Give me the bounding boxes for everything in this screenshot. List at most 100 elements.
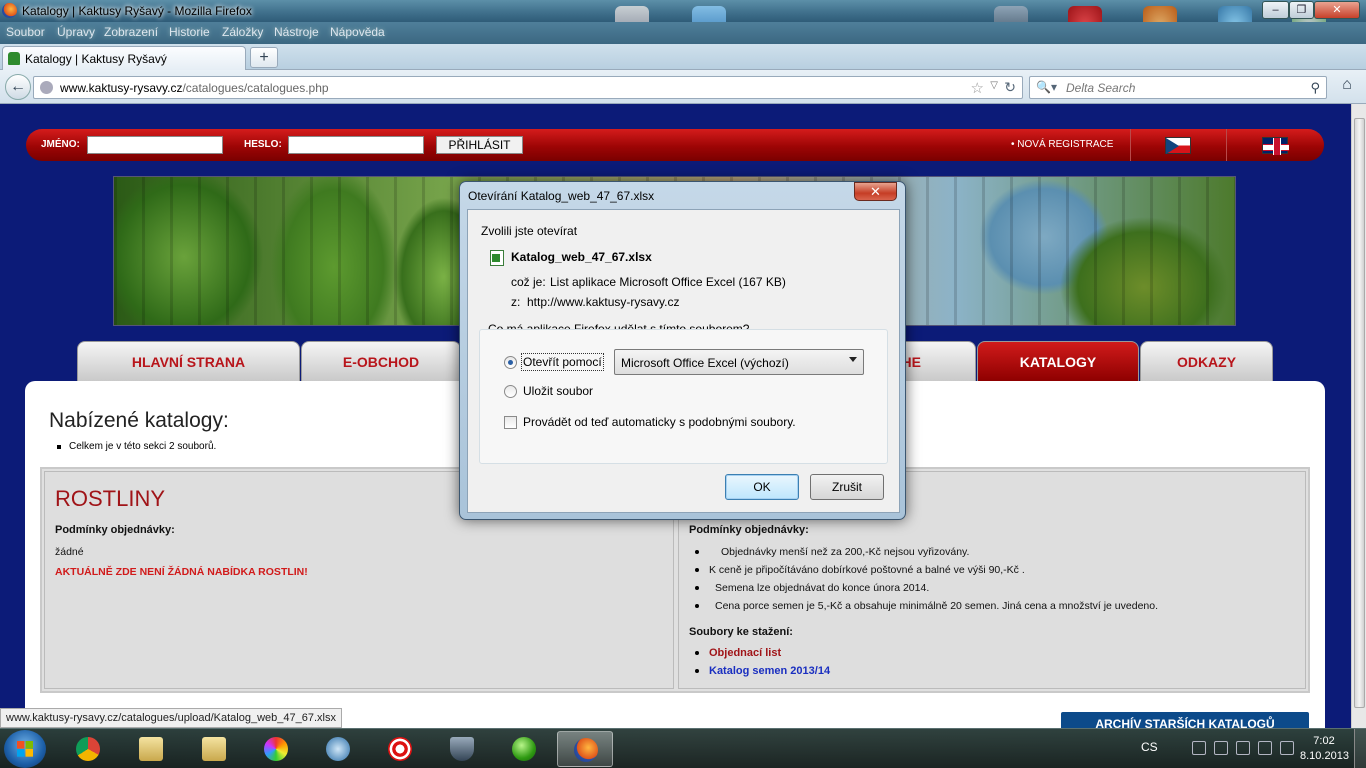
uk-flag-icon[interactable] (1262, 137, 1289, 155)
search-engine-icon[interactable]: 🔍▾ (1036, 80, 1057, 94)
menu-napoveda[interactable]: Nápověda (330, 25, 385, 39)
shield-taskbar-button[interactable] (434, 731, 490, 767)
home-icon[interactable]: ⌂ (1335, 76, 1359, 98)
conditions-value: žádné (55, 546, 84, 558)
nav-odkazy[interactable]: ODKAZY (1140, 341, 1273, 381)
dialog-close-button[interactable]: ✕ (854, 182, 897, 201)
auto-label[interactable]: Provádět od teď automaticky s podobnými … (523, 415, 796, 429)
dialog-title: Otevírání Katalog_web_47_67.xlsx (468, 189, 655, 203)
search-bar[interactable]: 🔍▾ Delta Search ⚲ (1029, 76, 1327, 99)
from-label: z: (511, 295, 521, 309)
target-taskbar-button[interactable] (372, 731, 428, 767)
nav-e-obchod[interactable]: E-OBCHOD (301, 341, 461, 381)
from-value: http://www.kaktusy-rysavy.cz (527, 295, 680, 309)
password-input[interactable] (288, 136, 424, 154)
seed-catalogue-link[interactable]: Katalog semen 2013/14 (694, 665, 830, 677)
open-with-radio[interactable] (504, 356, 517, 369)
firefox-icon (574, 738, 598, 762)
open-with-label[interactable]: Otevřít pomocí (521, 353, 604, 371)
green-ball-icon (512, 737, 536, 761)
menu-soubor[interactable]: Soubor (6, 25, 45, 39)
menu-zobrazeni[interactable]: Zobrazení (104, 25, 158, 39)
file-count-text: Celkem je v této sekci 2 souborů. (56, 441, 217, 452)
divider (1226, 129, 1227, 161)
alp-taskbar-button[interactable] (123, 731, 179, 767)
network-icon[interactable] (1236, 741, 1250, 755)
new-tab-button[interactable]: + (250, 47, 278, 68)
name-input[interactable] (87, 136, 223, 154)
navigation-bar: ← www.kaktusy-rysavy.cz/catalogues/catal… (0, 70, 1366, 104)
login-button[interactable]: PŘIHLÁSIT (436, 136, 523, 154)
system-tray: CS 7:02 8.10.2013 (1138, 729, 1366, 768)
downloads-label: Soubory ke stažení: (689, 626, 793, 638)
reload-icon[interactable]: ↻ (1004, 79, 1016, 96)
nav-katalogy[interactable]: KATALOGY (977, 341, 1139, 381)
close-window-button[interactable]: ✕ (1314, 1, 1360, 19)
type-label: což je: (511, 275, 546, 289)
czech-flag-icon[interactable] (1165, 137, 1191, 154)
excel-file-icon (490, 250, 504, 266)
save-file-label[interactable]: Uložit soubor (523, 384, 593, 398)
menu-upravy[interactable]: Úpravy (57, 25, 95, 39)
magnifier-icon[interactable]: ⚲ (1310, 80, 1320, 96)
section-title: ROSTLINY (55, 486, 166, 511)
back-button[interactable]: ← (5, 74, 31, 100)
minimize-button[interactable]: ‒ (1262, 1, 1289, 19)
menu-nastroje[interactable]: Nástroje (274, 25, 319, 39)
pl-icon (326, 737, 350, 761)
maximize-button[interactable]: ❐ (1289, 1, 1314, 19)
url-text: www.kaktusy-rysavy.cz/catalogues/catalog… (60, 81, 329, 95)
url-bar[interactable]: www.kaktusy-rysavy.cz/catalogues/catalog… (33, 76, 1023, 99)
language-indicator[interactable]: CS (1141, 740, 1158, 754)
conditions-label: Podmínky objednávky: (689, 524, 809, 536)
scrollbar-thumb[interactable] (1354, 118, 1365, 708)
green-ball-taskbar-button[interactable] (496, 731, 552, 767)
globe-icon (40, 81, 53, 94)
start-button[interactable] (4, 730, 46, 768)
target-icon (388, 737, 412, 761)
tab-katalogy[interactable]: Katalogy | Kaktusy Ryšavý (2, 46, 246, 70)
tab-strip: Katalogy | Kaktusy Ryšavý + (0, 44, 1366, 70)
menu-historie[interactable]: Historie (169, 25, 210, 39)
open-file-dialog: Otevírání Katalog_web_47_67.xlsx ✕ Zvoli… (459, 181, 906, 520)
alp-icon (139, 737, 163, 761)
auto-checkbox[interactable] (504, 416, 517, 429)
save-file-radio[interactable] (504, 385, 517, 398)
conditions-label: Podmínky objednávky: (55, 524, 175, 536)
alp-taskbar-button[interactable] (186, 731, 242, 767)
firefox-taskbar-button[interactable] (557, 731, 613, 767)
condition-item: Cena porce semen je 5,-Kč a obsahuje min… (695, 600, 1158, 612)
volume-icon[interactable] (1280, 741, 1294, 755)
login-bar: JMÉNO: HESLO: PŘIHLÁSIT • NOVÁ REGISTRAC… (26, 129, 1324, 161)
condition-item: K ceně je připočítáváno dobírkové poštov… (695, 564, 1025, 576)
signal-icon[interactable] (1258, 741, 1272, 755)
nav-hlavni-strana[interactable]: HLAVNÍ STRANA (77, 341, 300, 381)
star-icon[interactable]: ☆ (971, 79, 984, 97)
tab-label: Katalogy | Kaktusy Ryšavý (25, 52, 167, 66)
tray-arrow-icon[interactable] (1192, 741, 1206, 755)
ok-button[interactable]: OK (725, 474, 799, 500)
page-heading: Nabízené katalogy: (49, 409, 229, 432)
menu-zalozky[interactable]: Záložky (222, 25, 263, 39)
flag-icon[interactable] (1214, 741, 1228, 755)
type-value: List aplikace Microsoft Office Excel (16… (550, 275, 786, 289)
application-select[interactable]: Microsoft Office Excel (výchozí) (614, 349, 864, 375)
dialog-filename: Katalog_web_47_67.xlsx (511, 250, 652, 264)
register-link[interactable]: • NOVÁ REGISTRACE (1011, 139, 1113, 150)
show-desktop-button[interactable] (1354, 729, 1366, 768)
archive-button[interactable]: ARCHÍV STARŠÍCH KATALOGŮ (1061, 712, 1309, 728)
chevron-down-icon[interactable]: ▽ (990, 80, 998, 91)
cancel-button[interactable]: Zrušit (810, 474, 884, 500)
vertical-scrollbar[interactable] (1351, 104, 1366, 728)
search-placeholder: Delta Search (1066, 81, 1136, 95)
clock[interactable]: 7:02 8.10.2013 (1300, 734, 1349, 764)
pl-taskbar-button[interactable] (310, 731, 366, 767)
condition-item: Semena lze objednávat do konce února 201… (694, 582, 929, 594)
chrome-taskbar-button[interactable] (60, 731, 116, 767)
paint-taskbar-button[interactable] (248, 731, 304, 767)
dialog-intro: Zvolili jste otevírat (481, 224, 578, 238)
name-label: JMÉNO: (41, 139, 80, 150)
chrome-icon (76, 737, 100, 761)
notice-text: AKTUÁLNĚ ZDE NENÍ ŽÁDNÁ NABÍDKA ROSTLIN! (55, 566, 308, 578)
order-form-link[interactable]: Objednací list (694, 647, 781, 659)
